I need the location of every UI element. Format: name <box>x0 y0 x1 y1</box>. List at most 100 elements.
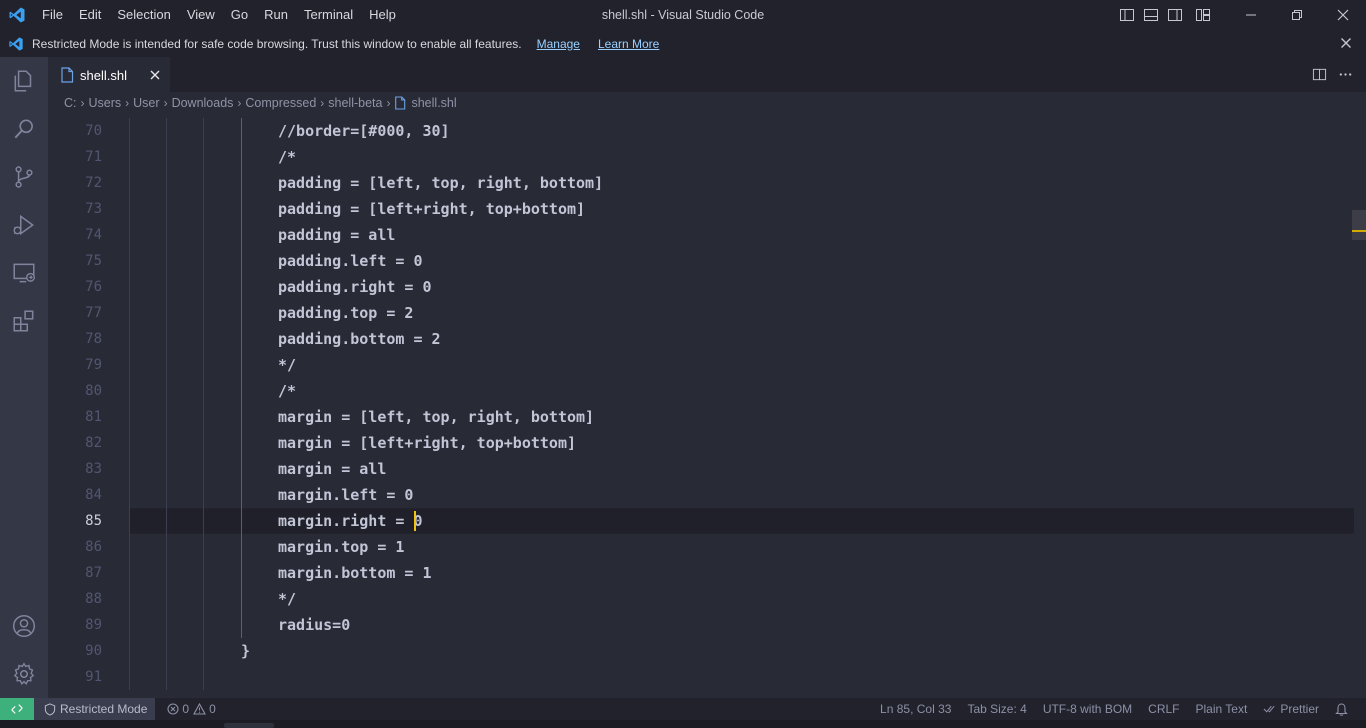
breadcrumb: C: › Users › User › Downloads › Compress… <box>48 92 1366 114</box>
prettier-status[interactable]: Prettier <box>1255 702 1327 716</box>
breadcrumb-downloads[interactable]: Downloads <box>172 96 234 110</box>
language-mode[interactable]: Plain Text <box>1188 702 1256 716</box>
error-count: 0 <box>182 702 190 716</box>
editor-actions <box>1306 57 1358 92</box>
code-line: */ <box>278 356 297 374</box>
line-number: 85 <box>85 513 102 529</box>
menu-run[interactable]: Run <box>256 0 296 30</box>
remote-explorer-icon[interactable] <box>0 249 48 297</box>
menu-file[interactable]: File <box>34 0 71 30</box>
breadcrumb-compressed[interactable]: Compressed <box>245 96 316 110</box>
breadcrumb-users[interactable]: Users <box>89 96 122 110</box>
toggle-secondary-sidebar-icon[interactable] <box>1164 0 1186 30</box>
tab-shell-shl[interactable]: shell.shl <box>48 57 170 92</box>
code-line: margin.top = 1 <box>278 538 405 556</box>
tab-size[interactable]: Tab Size: 4 <box>959 702 1034 716</box>
menu-selection[interactable]: Selection <box>109 0 178 30</box>
notifications-bell-icon[interactable] <box>1327 702 1366 716</box>
line-number: 81 <box>85 409 102 425</box>
tab-label: shell.shl <box>80 67 127 83</box>
menu-view[interactable]: View <box>179 0 223 30</box>
code-line: padding.bottom = 2 <box>278 330 441 348</box>
chevron-right-icon: › <box>386 96 391 110</box>
accounts-icon[interactable] <box>0 602 48 650</box>
line-number: 83 <box>85 461 102 477</box>
toggle-primary-sidebar-icon[interactable] <box>1116 0 1138 30</box>
code-line: padding = all <box>278 226 396 244</box>
restore-icon[interactable] <box>1274 0 1320 30</box>
line-number: 73 <box>85 201 102 217</box>
split-editor-icon[interactable] <box>1306 62 1332 88</box>
breadcrumb-file[interactable]: shell.shl <box>394 96 457 110</box>
menu-bar: File Edit Selection View Go Run Terminal… <box>34 0 404 30</box>
restricted-mode-banner: Restricted Mode is intended for safe cod… <box>0 30 1366 57</box>
chevron-right-icon: › <box>163 96 168 110</box>
menu-terminal[interactable]: Terminal <box>296 0 361 30</box>
explorer-icon[interactable] <box>0 57 48 105</box>
warning-icon <box>193 703 206 715</box>
warning-count: 0 <box>209 702 216 716</box>
code-line: margin.right = 0 <box>278 512 423 530</box>
search-icon[interactable] <box>0 105 48 153</box>
toggle-panel-icon[interactable] <box>1140 0 1162 30</box>
shield-icon <box>44 702 56 716</box>
chevron-right-icon: › <box>237 96 242 110</box>
taskbar-pill <box>224 723 274 728</box>
breadcrumb-user[interactable]: User <box>133 96 159 110</box>
file-encoding[interactable]: UTF-8 with BOM <box>1035 702 1140 716</box>
code-line: } <box>241 642 251 660</box>
code-line: /* <box>278 382 297 400</box>
manage-link[interactable]: Manage <box>537 37 580 51</box>
line-number: 78 <box>85 331 102 347</box>
line-number: 87 <box>85 565 102 581</box>
code-line: padding.top = 2 <box>278 304 414 322</box>
source-control-icon[interactable] <box>0 153 48 201</box>
close-window-icon[interactable] <box>1320 0 1366 30</box>
code-line: margin = [left, top, right, bottom] <box>278 408 595 426</box>
vscode-logo-icon <box>0 0 34 30</box>
remote-indicator-icon[interactable] <box>0 698 34 720</box>
code-line: margin.left = 0 <box>278 486 414 504</box>
menu-go[interactable]: Go <box>223 0 256 30</box>
line-number: 75 <box>85 253 102 269</box>
chevron-right-icon: › <box>80 96 85 110</box>
text-cursor <box>413 511 416 531</box>
line-number: 90 <box>85 643 102 659</box>
code-editor[interactable]: 70 71 72 73 74 75 76 77 78 79 80 81 82 83 84 85 86 87 88 89… <box>48 118 1366 696</box>
editor-tabs: shell.shl <box>48 57 1366 92</box>
line-number: 79 <box>85 357 102 373</box>
scrollbar-cursor-marker <box>1352 230 1366 232</box>
run-debug-icon[interactable] <box>0 201 48 249</box>
code-line: //border=[#000, 30] <box>278 122 450 140</box>
extensions-icon[interactable] <box>0 297 48 345</box>
prettier-label: Prettier <box>1280 702 1319 716</box>
line-number: 71 <box>85 149 102 165</box>
line-number: 74 <box>85 227 102 243</box>
restricted-mode-status[interactable]: Restricted Mode <box>34 698 156 720</box>
file-icon <box>395 96 406 110</box>
cursor-position[interactable]: Ln 85, Col 33 <box>872 702 959 716</box>
code-area[interactable]: //border=[#000, 30] /* padding = [left, to… <box>129 118 1349 696</box>
breadcrumb-drive[interactable]: C: <box>64 96 77 110</box>
minimize-icon[interactable] <box>1228 0 1274 30</box>
code-line: radius=0 <box>278 616 351 634</box>
menu-help[interactable]: Help <box>361 0 404 30</box>
menu-edit[interactable]: Edit <box>71 0 109 30</box>
title-controls <box>1114 0 1366 30</box>
vertical-scrollbar[interactable] <box>1352 118 1366 696</box>
problems-status[interactable]: 0 0 <box>167 702 219 716</box>
code-line: margin = all <box>278 460 387 478</box>
scrollbar-thumb[interactable] <box>1352 210 1366 240</box>
more-actions-icon[interactable] <box>1332 62 1358 88</box>
tab-close-icon[interactable] <box>147 67 163 83</box>
manage-gear-icon[interactable] <box>0 650 48 698</box>
customize-layout-icon[interactable] <box>1192 0 1214 30</box>
line-number: 82 <box>85 435 102 451</box>
restricted-mode-label: Restricted Mode <box>60 702 148 716</box>
end-of-line[interactable]: CRLF <box>1140 702 1187 716</box>
close-icon[interactable] <box>1338 35 1354 51</box>
title-bar: shell.shl - Visual Studio Code File Edit… <box>0 0 1366 30</box>
breadcrumb-shell-beta[interactable]: shell-beta <box>328 96 382 110</box>
learn-more-link[interactable]: Learn More <box>598 37 659 51</box>
line-number: 76 <box>85 279 102 295</box>
